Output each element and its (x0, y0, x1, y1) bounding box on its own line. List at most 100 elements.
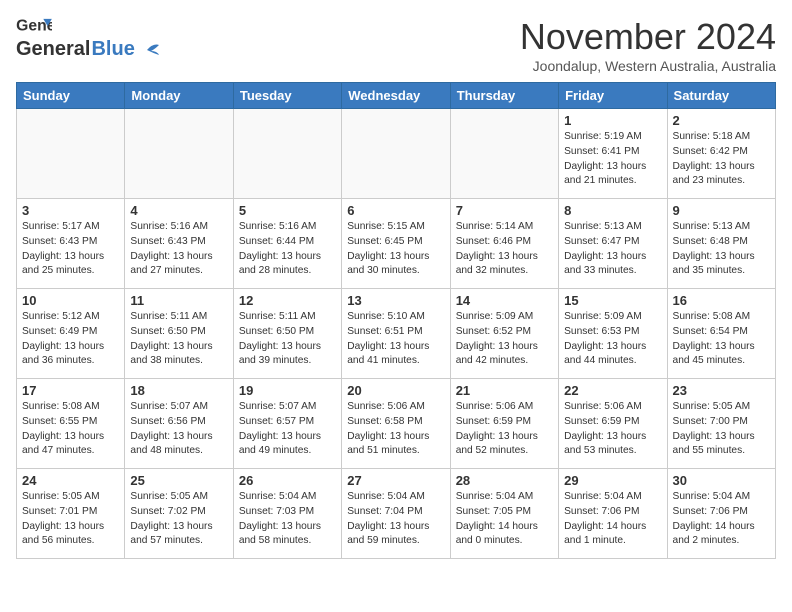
day-number: 11 (130, 293, 227, 308)
calendar-cell: 19 Sunrise: 5:07 AMSunset: 6:57 PMDayligh… (233, 379, 341, 469)
day-number: 5 (239, 203, 336, 218)
day-header-wednesday: Wednesday (342, 83, 450, 109)
month-title: November 2024 (520, 16, 776, 58)
day-number: 25 (130, 473, 227, 488)
day-info: Sunrise: 5:04 AMSunset: 7:05 PMDaylight:… (456, 490, 553, 549)
calendar-cell: 14 Sunrise: 5:09 AMSunset: 6:52 PMDayligh… (450, 289, 558, 379)
calendar-cell: 23Sunrise: 5:05 AMSunset: 7:00 PMDayligh… (667, 379, 775, 469)
day-info: Sunrise: 5:10 AMSunset: 6:51 PMDaylight:… (347, 310, 444, 369)
page-header: General General Blue November 2024 Joond… (16, 16, 776, 74)
calendar-cell: 17Sunrise: 5:08 AMSunset: 6:55 PMDayligh… (17, 379, 125, 469)
day-header-friday: Friday (559, 83, 667, 109)
day-number: 12 (239, 293, 336, 308)
day-number: 22 (564, 383, 661, 398)
calendar-cell: 4Sunrise: 5:16 AMSunset: 6:43 PMDaylight… (125, 199, 233, 289)
calendar-week-1: 1 Sunrise: 5:19 AMSunset: 6:41 PMDaylight… (17, 109, 776, 199)
logo-general: General (16, 38, 90, 61)
calendar-week-5: 24 Sunrise: 5:05 AMSunset: 7:01 PMDayligh… (17, 469, 776, 559)
day-number: 14 (456, 293, 553, 308)
calendar-cell: 25 Sunrise: 5:05 AMSunset: 7:02 PMDayligh… (125, 469, 233, 559)
day-number: 2 (673, 113, 770, 128)
day-number: 8 (564, 203, 661, 218)
calendar-cell: 2 Sunrise: 5:18 AMSunset: 6:42 PMDaylight… (667, 109, 775, 199)
calendar-cell: 29Sunrise: 5:04 AMSunset: 7:06 PMDayligh… (559, 469, 667, 559)
day-info: Sunrise: 5:07 AMSunset: 6:56 PMDaylight:… (130, 400, 227, 459)
day-info: Sunrise: 5:11 AMSunset: 6:50 PMDaylight:… (239, 310, 336, 369)
day-info: Sunrise: 5:08 AMSunset: 6:54 PMDaylight:… (673, 310, 770, 369)
day-number: 18 (130, 383, 227, 398)
day-info: Sunrise: 5:15 AMSunset: 6:45 PMDaylight:… (347, 220, 444, 279)
day-number: 28 (456, 473, 553, 488)
day-info: Sunrise: 5:08 AMSunset: 6:55 PMDaylight:… (22, 400, 119, 459)
calendar-cell: 30 Sunrise: 5:04 AMSunset: 7:06 PMDayligh… (667, 469, 775, 559)
calendar-cell: 9 Sunrise: 5:13 AMSunset: 6:48 PMDaylight… (667, 199, 775, 289)
logo-icon: General (16, 16, 52, 36)
day-info: Sunrise: 5:18 AMSunset: 6:42 PMDaylight:… (673, 130, 770, 189)
day-number: 23 (673, 383, 770, 398)
calendar-header-row: SundayMondayTuesdayWednesdayThursdayFrid… (17, 83, 776, 109)
day-number: 21 (456, 383, 553, 398)
calendar-week-2: 3 Sunrise: 5:17 AMSunset: 6:43 PMDaylight… (17, 199, 776, 289)
calendar-cell (342, 109, 450, 199)
logo-blue: Blue (91, 38, 134, 61)
day-number: 16 (673, 293, 770, 308)
day-info: Sunrise: 5:06 AMSunset: 6:59 PMDaylight:… (564, 400, 661, 459)
day-number: 10 (22, 293, 119, 308)
calendar-cell: 12 Sunrise: 5:11 AMSunset: 6:50 PMDayligh… (233, 289, 341, 379)
day-header-monday: Monday (125, 83, 233, 109)
calendar-cell: 21 Sunrise: 5:06 AMSunset: 6:59 PMDayligh… (450, 379, 558, 469)
calendar-cell: 22 Sunrise: 5:06 AMSunset: 6:59 PMDayligh… (559, 379, 667, 469)
day-info: Sunrise: 5:05 AMSunset: 7:01 PMDaylight:… (22, 490, 119, 549)
day-number: 13 (347, 293, 444, 308)
day-info: Sunrise: 5:13 AMSunset: 6:47 PMDaylight:… (564, 220, 661, 279)
day-info: Sunrise: 5:09 AMSunset: 6:52 PMDaylight:… (456, 310, 553, 369)
day-info: Sunrise: 5:16 AMSunset: 6:44 PMDaylight:… (239, 220, 336, 279)
day-info: Sunrise: 5:16 AMSunset: 6:43 PMDaylight:… (130, 220, 227, 279)
day-info: Sunrise: 5:04 AMSunset: 7:06 PMDaylight:… (673, 490, 770, 549)
location-subtitle: Joondalup, Western Australia, Australia (520, 58, 776, 74)
day-info: Sunrise: 5:09 AMSunset: 6:53 PMDaylight:… (564, 310, 661, 369)
day-info: Sunrise: 5:13 AMSunset: 6:48 PMDaylight:… (673, 220, 770, 279)
logo: General General Blue (16, 16, 159, 61)
calendar-cell: 16 Sunrise: 5:08 AMSunset: 6:54 PMDayligh… (667, 289, 775, 379)
day-info: Sunrise: 5:12 AMSunset: 6:49 PMDaylight:… (22, 310, 119, 369)
day-number: 19 (239, 383, 336, 398)
logo-bird-icon (137, 41, 159, 59)
day-number: 6 (347, 203, 444, 218)
calendar-cell: 24 Sunrise: 5:05 AMSunset: 7:01 PMDayligh… (17, 469, 125, 559)
day-header-tuesday: Tuesday (233, 83, 341, 109)
day-info: Sunrise: 5:17 AMSunset: 6:43 PMDaylight:… (22, 220, 119, 279)
day-info: Sunrise: 5:11 AMSunset: 6:50 PMDaylight:… (130, 310, 227, 369)
calendar-cell: 5 Sunrise: 5:16 AMSunset: 6:44 PMDaylight… (233, 199, 341, 289)
day-number: 30 (673, 473, 770, 488)
day-number: 3 (22, 203, 119, 218)
day-header-saturday: Saturday (667, 83, 775, 109)
calendar-week-4: 17Sunrise: 5:08 AMSunset: 6:55 PMDayligh… (17, 379, 776, 469)
day-info: Sunrise: 5:19 AMSunset: 6:41 PMDaylight:… (564, 130, 661, 189)
day-info: Sunrise: 5:06 AMSunset: 6:58 PMDaylight:… (347, 400, 444, 459)
calendar-cell: 28 Sunrise: 5:04 AMSunset: 7:05 PMDayligh… (450, 469, 558, 559)
calendar-cell: 20Sunrise: 5:06 AMSunset: 6:58 PMDayligh… (342, 379, 450, 469)
calendar-cell: 7 Sunrise: 5:14 AMSunset: 6:46 PMDaylight… (450, 199, 558, 289)
calendar-cell: 18 Sunrise: 5:07 AMSunset: 6:56 PMDayligh… (125, 379, 233, 469)
day-number: 27 (347, 473, 444, 488)
calendar-week-3: 10 Sunrise: 5:12 AMSunset: 6:49 PMDayligh… (17, 289, 776, 379)
calendar-table: SundayMondayTuesdayWednesdayThursdayFrid… (16, 82, 776, 559)
calendar-cell (17, 109, 125, 199)
day-info: Sunrise: 5:05 AMSunset: 7:02 PMDaylight:… (130, 490, 227, 549)
day-number: 24 (22, 473, 119, 488)
day-number: 1 (564, 113, 661, 128)
calendar-cell: 6 Sunrise: 5:15 AMSunset: 6:45 PMDaylight… (342, 199, 450, 289)
day-number: 29 (564, 473, 661, 488)
day-number: 7 (456, 203, 553, 218)
calendar-cell: 27Sunrise: 5:04 AMSunset: 7:04 PMDayligh… (342, 469, 450, 559)
day-info: Sunrise: 5:06 AMSunset: 6:59 PMDaylight:… (456, 400, 553, 459)
day-info: Sunrise: 5:07 AMSunset: 6:57 PMDaylight:… (239, 400, 336, 459)
calendar-cell: 13 Sunrise: 5:10 AMSunset: 6:51 PMDayligh… (342, 289, 450, 379)
day-info: Sunrise: 5:04 AMSunset: 7:03 PMDaylight:… (239, 490, 336, 549)
day-number: 9 (673, 203, 770, 218)
day-info: Sunrise: 5:14 AMSunset: 6:46 PMDaylight:… (456, 220, 553, 279)
day-header-sunday: Sunday (17, 83, 125, 109)
calendar-cell: 10 Sunrise: 5:12 AMSunset: 6:49 PMDayligh… (17, 289, 125, 379)
calendar-cell (233, 109, 341, 199)
